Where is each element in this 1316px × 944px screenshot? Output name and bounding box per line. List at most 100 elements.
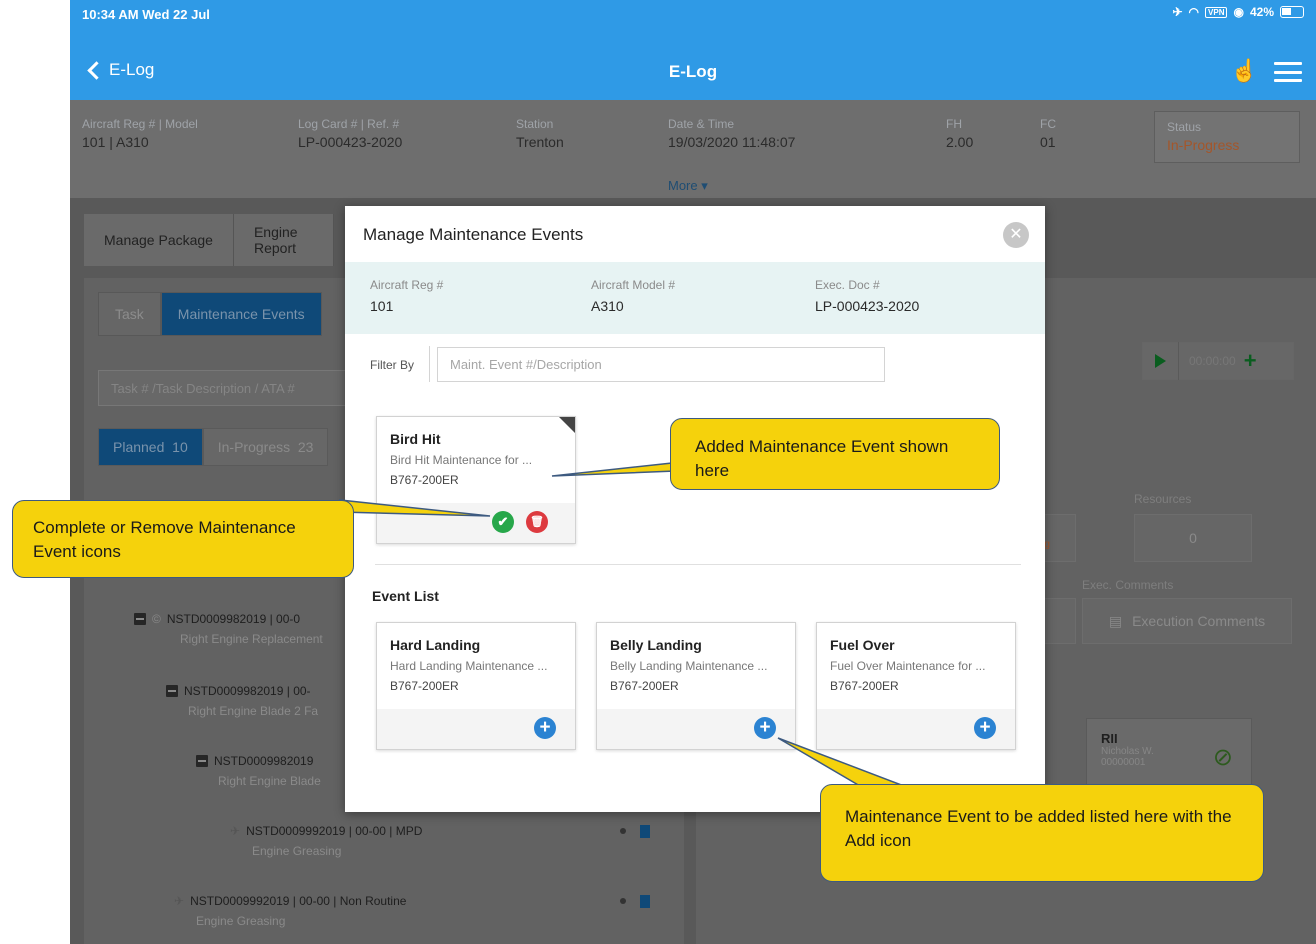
filter-label: Filter By (370, 358, 415, 372)
remove-trash-icon[interactable]: 🗑 (526, 511, 548, 533)
task-id: NSTD0009992019 | 00-00 | MPD (246, 824, 423, 838)
collapse-icon[interactable] (134, 613, 146, 625)
vpn-icon: VPN (1205, 6, 1228, 18)
delete-icon[interactable] (640, 825, 650, 838)
tab-maintenance-events[interactable]: Maintenance Events (160, 292, 322, 336)
status-badge: Status In-Progress (1154, 111, 1300, 163)
status-label: Status (1167, 120, 1202, 134)
event-description: Bird Hit Maintenance for ... (390, 453, 533, 467)
plane-icon: ✈ (174, 894, 185, 908)
task-tabs: Task Maintenance Events (98, 292, 322, 336)
event-card-belly-landing[interactable]: Belly Landing Belly Landing Maintenance … (596, 622, 796, 750)
status-filter: Planned 10 In-Progress 23 (98, 428, 329, 466)
doc-label: Exec. Doc # (815, 278, 880, 292)
execution-comments-button[interactable]: ▤ Execution Comments (1082, 598, 1292, 644)
station-info: Station Trenton (516, 117, 564, 150)
datetime-value: 19/03/2020 11:48:07 (668, 134, 796, 150)
planned-count: 10 (172, 439, 188, 455)
add-icon[interactable]: + (534, 717, 556, 739)
resources-label: Resources (1134, 492, 1192, 506)
card-corner-marker (559, 417, 575, 433)
event-model: B767-200ER (830, 679, 899, 693)
fc-value: 01 (1040, 134, 1056, 150)
aircraft-label: Aircraft Reg # | Model (82, 117, 198, 131)
event-model: B767-200ER (610, 679, 679, 693)
close-icon[interactable]: ✕ (1003, 222, 1029, 248)
gesture-icon[interactable]: ☝ (1231, 58, 1258, 84)
tree-row[interactable]: ✈ NSTD0009992019 | 00-00 | Non Routine En… (174, 894, 650, 928)
in-progress-label: In-Progress (217, 439, 291, 455)
collapse-icon[interactable] (196, 755, 208, 767)
status-time: 10:34 AM Wed 22 Jul (82, 7, 210, 22)
task-id: NSTD0009992019 | 00-00 | Non Routine (190, 894, 407, 908)
execution-comments-label: Execution Comments (1132, 613, 1266, 629)
modal-model: Aircraft Model # A310 (591, 278, 675, 314)
event-title: Bird Hit (390, 431, 441, 447)
in-progress-count: 23 (297, 439, 314, 455)
event-list-title: Event List (372, 588, 439, 604)
wifi-icon: ◠ (1188, 5, 1200, 19)
add-icon[interactable]: + (974, 717, 996, 739)
aircraft-value: 101 | A310 (82, 134, 149, 150)
tab-task[interactable]: Task (98, 292, 161, 336)
status-value: In-Progress (1167, 137, 1240, 153)
delete-icon[interactable] (640, 895, 650, 908)
filter-input[interactable] (437, 347, 885, 382)
datetime-label: Date & Time (668, 117, 735, 131)
hamburger-menu-icon[interactable] (1274, 62, 1302, 82)
added-event-card[interactable]: Bird Hit Bird Hit Maintenance for ... B7… (376, 416, 576, 544)
task-description: Engine Greasing (252, 844, 342, 858)
filter-in-progress[interactable]: In-Progress 23 (202, 428, 329, 466)
status-icons: ✈ ◠ VPN ◉ 42% (1172, 5, 1304, 19)
nav-bar: E-Log E-Log ☝ (70, 28, 1316, 100)
more-link[interactable]: More ▾ (668, 178, 708, 194)
fh-label: FH (946, 117, 962, 131)
modal-doc: Exec. Doc # LP-000423-2020 (815, 278, 919, 314)
rii-stamp-icon: ⊘ (1212, 744, 1233, 771)
modal-aircraft-info: Aircraft Reg # 101 Aircraft Model # A310… (345, 262, 1045, 334)
fh-value: 2.00 (946, 134, 974, 150)
status-dot (620, 898, 626, 904)
modal-header: Manage Maintenance Events ✕ (345, 206, 1045, 262)
plane-icon: ✈ (230, 824, 241, 838)
timer-value: 00:00:00 (1189, 354, 1236, 368)
event-title: Hard Landing (390, 637, 481, 653)
screenshot-root: 10:34 AM Wed 22 Jul ✈ ◠ VPN ◉ 42% E-Log … (0, 0, 1316, 944)
orientation-lock-icon: ◉ (1233, 5, 1244, 19)
filter-planned[interactable]: Planned 10 (98, 428, 203, 466)
model-value: A310 (591, 298, 624, 314)
airplane-icon: ✈ (1172, 5, 1183, 19)
event-title: Fuel Over (830, 637, 895, 653)
logcard-value: LP-000423-2020 (298, 134, 403, 150)
add-icon[interactable]: + (754, 717, 776, 739)
aircraft-info: Aircraft Reg # | Model 101 | A310 (82, 117, 198, 150)
breadcrumb-engine-report[interactable]: Engine Report (233, 214, 334, 266)
event-card-hard-landing[interactable]: Hard Landing Hard Landing Maintenance ..… (376, 622, 576, 750)
logcard-info: Log Card # | Ref. # LP-000423-2020 (298, 117, 402, 150)
play-icon[interactable] (1155, 354, 1166, 368)
callout-added-event: Added Maintenance Event shown here (670, 418, 1000, 490)
header-info-bar: Aircraft Reg # | Model 101 | A310 Log Ca… (70, 100, 1316, 198)
add-timer-icon[interactable]: + (1244, 348, 1257, 374)
event-card-fuel-over[interactable]: Fuel Over Fuel Over Maintenance for ... … (816, 622, 1016, 750)
station-value: Trenton (516, 134, 564, 150)
logcard-label: Log Card # | Ref. # (298, 117, 400, 131)
task-description: Engine Greasing (196, 914, 286, 928)
task-id: NSTD0009982019 (214, 754, 314, 768)
collapse-icon[interactable] (166, 685, 178, 697)
event-model: B767-200ER (390, 473, 459, 487)
battery-icon (1280, 6, 1304, 18)
planned-label: Planned (113, 439, 165, 455)
page-title: E-Log (668, 62, 718, 81)
status-bar: 10:34 AM Wed 22 Jul ✈ ◠ VPN ◉ 42% (70, 0, 1316, 28)
callout-action-icons: Complete or Remove Maintenance Event ico… (12, 500, 354, 578)
task-id: NSTD0009982019 | 00- (184, 684, 311, 698)
event-title: Belly Landing (610, 637, 702, 653)
clock-icon: © (152, 612, 161, 626)
breadcrumb-manage-package[interactable]: Manage Package (84, 214, 234, 266)
fh-info: FH 2.00 (946, 117, 973, 150)
comment-icon: ▤ (1108, 612, 1123, 629)
exec-comments-label: Exec. Comments (1082, 578, 1174, 592)
tree-row[interactable]: ✈ NSTD0009992019 | 00-00 | MPD Engine Gre… (230, 824, 650, 858)
complete-check-icon[interactable]: ✔ (492, 511, 514, 533)
